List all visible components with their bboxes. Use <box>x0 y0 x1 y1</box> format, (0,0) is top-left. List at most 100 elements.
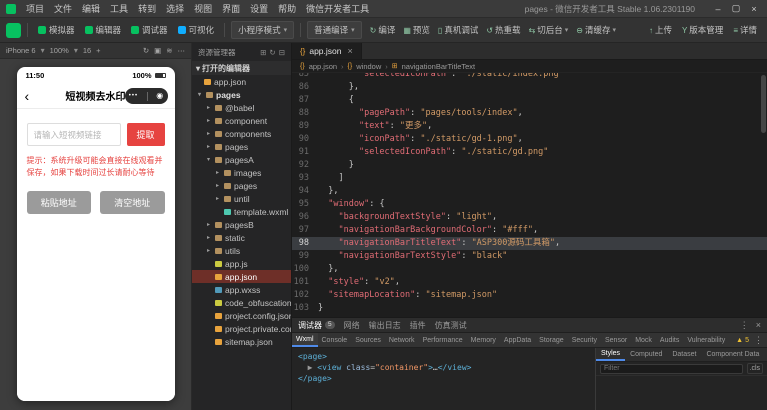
tree-components[interactable]: ▸components <box>192 127 291 140</box>
visual-toggle[interactable]: 可视化 <box>174 22 219 38</box>
network-icon[interactable]: ≋ <box>166 46 172 55</box>
code-line-97[interactable]: 97 "navigationBarBackgroundColor": "#fff… <box>292 224 767 237</box>
styles-tab-component-data[interactable]: Component Data <box>701 348 764 361</box>
network-panel-tab[interactable]: 网络 <box>344 320 360 331</box>
breadcrumb-file[interactable]: app.json <box>309 62 337 71</box>
devtools-tab-vulnerability[interactable]: Vulnerability <box>683 333 729 347</box>
open-editors-section[interactable]: ▾ 打开的编辑器 <box>192 61 291 75</box>
background-switch-button[interactable]: ⇆切后台▾ <box>525 22 573 38</box>
devtools-tab-security[interactable]: Security <box>568 333 601 347</box>
user-avatar[interactable] <box>6 23 21 38</box>
code-line-93[interactable]: 93 ] <box>292 172 767 185</box>
code-line-88[interactable]: 88 "pagePath": "pages/tools/index", <box>292 107 767 120</box>
capsule-menu-button[interactable]: ••• <box>129 93 138 99</box>
extract-button[interactable]: 提取 <box>127 123 165 146</box>
styles-tab-dataset[interactable]: Dataset <box>667 348 701 361</box>
tree-until[interactable]: ▸until <box>192 192 291 205</box>
clear-address-button[interactable]: 清空地址 <box>100 191 165 214</box>
clear-cache-button[interactable]: ⊖清缓存▾ <box>572 22 620 38</box>
tree-pagesA-pages[interactable]: ▸pages <box>192 179 291 192</box>
refresh-icon[interactable]: ↻ <box>269 48 275 57</box>
mode-select[interactable]: 小程序模式 ▾ <box>231 21 294 39</box>
code-line-90[interactable]: 90 "iconPath": "./static/gd-1.png", <box>292 133 767 146</box>
device-select[interactable]: iPhone 6 <box>6 46 36 55</box>
devtools-tab-storage[interactable]: Storage <box>535 333 568 347</box>
breadcrumb-property[interactable]: navigationBarTitleText <box>402 62 476 71</box>
close-tab-icon[interactable]: × <box>347 46 352 56</box>
menu-item-3[interactable]: 工具 <box>105 0 133 18</box>
menu-item-4[interactable]: 转到 <box>133 0 161 18</box>
paste-address-button[interactable]: 粘贴地址 <box>27 191 92 214</box>
tree-template-wxml[interactable]: template.wxml <box>192 205 291 218</box>
output-panel-tab[interactable]: 输出日志 <box>369 320 401 331</box>
devtools-tab-wxml[interactable]: Wxml <box>292 333 318 347</box>
rotate-icon[interactable]: ↻ <box>143 46 149 55</box>
tree-babel[interactable]: ▸@babel <box>192 101 291 114</box>
code-editor[interactable]: 85 "selectedIconPath": "./static/index.p… <box>292 73 767 317</box>
code-line-98[interactable]: 98 "navigationBarTitleText": "ASP300源码工具… <box>292 237 767 250</box>
wxml-node[interactable]: <page> <box>298 351 589 362</box>
menu-item-0[interactable]: 项目 <box>21 0 49 18</box>
devtools-tab-network[interactable]: Network <box>385 333 419 347</box>
video-link-input[interactable] <box>27 123 121 146</box>
tree-app-wxss[interactable]: app.wxss <box>192 283 291 296</box>
maximize-button[interactable]: ▢ <box>727 3 745 14</box>
code-line-102[interactable]: 102 "sitemapLocation": "sitemap.json" <box>292 289 767 302</box>
tree-pagesB[interactable]: ▸pagesB <box>192 218 291 231</box>
code-line-96[interactable]: 96 "backgroundTextStyle": "light", <box>292 211 767 224</box>
code-line-89[interactable]: 89 "text": "更多", <box>292 120 767 133</box>
code-line-95[interactable]: 95 "window": { <box>292 198 767 211</box>
code-line-94[interactable]: 94 }, <box>292 185 767 198</box>
menu-item-7[interactable]: 界面 <box>217 0 245 18</box>
code-line-85[interactable]: 85 "selectedIconPath": "./static/index.p… <box>292 73 767 81</box>
simulation-panel-tab[interactable]: 仿真测试 <box>435 320 467 331</box>
close-button[interactable]: × <box>745 4 763 14</box>
devtools-tab-mock[interactable]: Mock <box>631 333 656 347</box>
editor-scrollbar[interactable] <box>761 75 766 133</box>
tree-component[interactable]: ▸component <box>192 114 291 127</box>
wxml-tree[interactable]: <page> ▶ <view class="container">…</view… <box>292 348 595 410</box>
tree-app-js[interactable]: app.js <box>192 257 291 270</box>
menu-item-9[interactable]: 帮助 <box>273 0 301 18</box>
plugin-panel-tab[interactable]: 插件 <box>410 320 426 331</box>
styles-tab-styles[interactable]: Styles <box>596 348 625 361</box>
devtools-tab-memory[interactable]: Memory <box>467 333 500 347</box>
details-button[interactable]: ≡详情 <box>729 22 761 38</box>
cls-toggle[interactable]: .cls <box>747 363 764 374</box>
devtools-tab-sources[interactable]: Sources <box>351 333 385 347</box>
devtools-tab-console[interactable]: Console <box>318 333 352 347</box>
styles-filter-input[interactable] <box>600 364 743 374</box>
warning-count[interactable]: ▲ 5 <box>731 333 754 347</box>
close-panel-icon[interactable]: × <box>756 320 761 331</box>
tree-root-pages[interactable]: ▾pages <box>192 88 291 101</box>
minimize-button[interactable]: – <box>709 4 727 14</box>
editor-toggle[interactable]: 编辑器 <box>81 22 126 38</box>
tree-pagesA[interactable]: ▾pagesA <box>192 153 291 166</box>
preview-button[interactable]: ▦预览 <box>399 22 434 38</box>
capsule-close-button[interactable]: ◉ <box>156 92 163 100</box>
compile-button[interactable]: ↻编译 <box>366 22 400 38</box>
code-line-92[interactable]: 92 } <box>292 159 767 172</box>
tree-app-json[interactable]: app.json <box>192 270 291 283</box>
tree-images[interactable]: ▸images <box>192 166 291 179</box>
upload-button[interactable]: ↑上传 <box>645 22 676 38</box>
wxml-node[interactable]: ▶ <view class="container">…</view> <box>298 362 589 373</box>
more-icon[interactable]: ⋮ <box>740 320 749 331</box>
version-control-button[interactable]: Y版本管理 <box>678 22 727 38</box>
collapse-icon[interactable]: ⊟ <box>279 48 285 57</box>
code-line-91[interactable]: 91 "selectedIconPath": "./static/gd.png" <box>292 146 767 159</box>
devtools-tab-sensor[interactable]: Sensor <box>601 333 631 347</box>
zoom-select[interactable]: 100% <box>50 46 69 55</box>
code-line-100[interactable]: 100 }, <box>292 263 767 276</box>
breadcrumb-window[interactable]: window <box>356 62 381 71</box>
code-line-101[interactable]: 101 "style": "v2", <box>292 276 767 289</box>
menu-item-6[interactable]: 视图 <box>189 0 217 18</box>
code-line-99[interactable]: 99 "navigationBarTextStyle": "black" <box>292 250 767 263</box>
tree-utils[interactable]: ▸utils <box>192 244 291 257</box>
menu-item-1[interactable]: 文件 <box>49 0 77 18</box>
simulator-toggle[interactable]: 模拟器 <box>34 22 79 38</box>
tab-app-json[interactable]: {} app.json × <box>292 43 362 59</box>
hot-reload-button[interactable]: ↺热重载 <box>482 22 524 38</box>
debugger-toggle[interactable]: 调试器 <box>127 22 172 38</box>
devtools-tab-audits[interactable]: Audits <box>656 333 683 347</box>
